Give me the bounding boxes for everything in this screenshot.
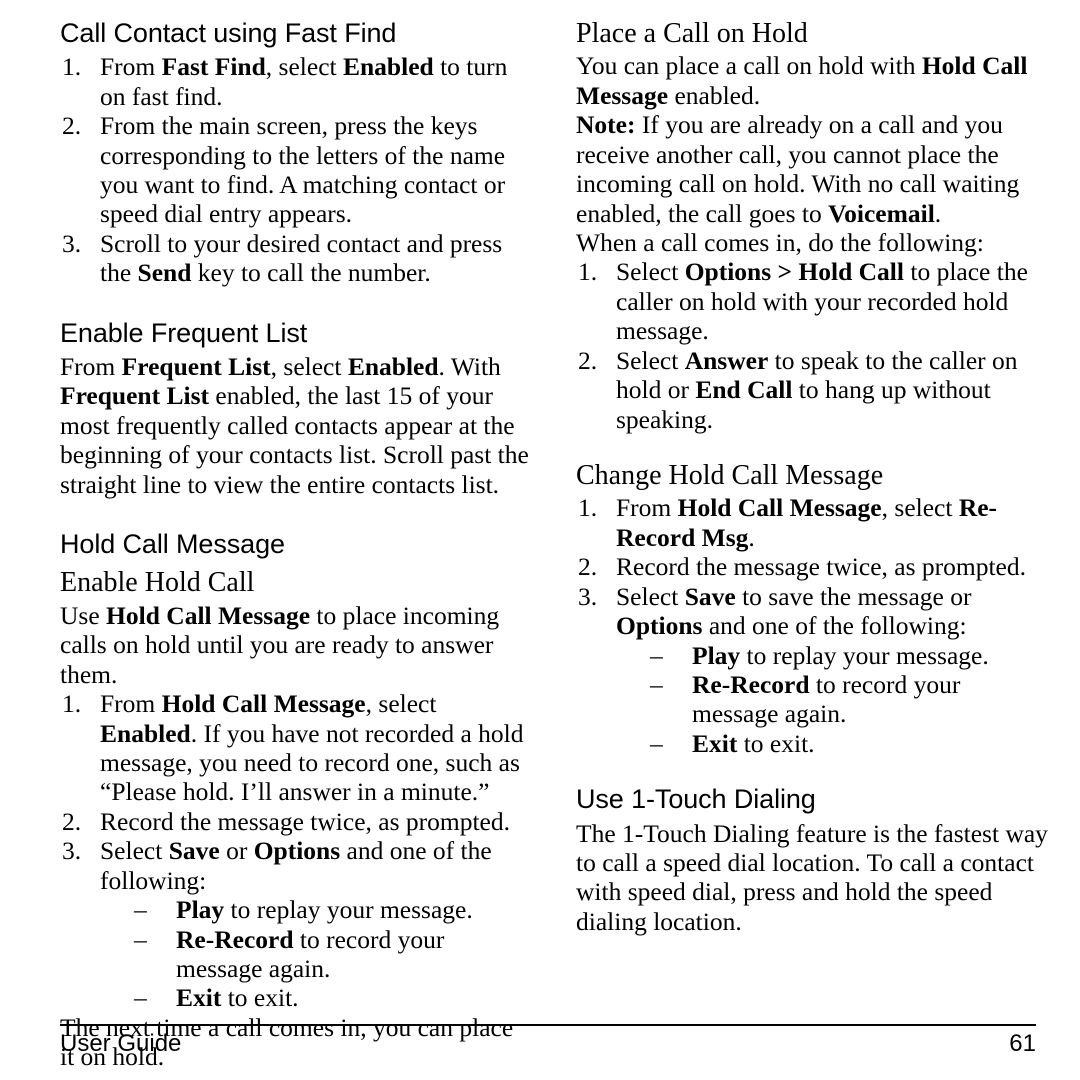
subsection-heading: Enable Hold Call [60,567,255,599]
list-item-text: From Hold Call Message, select Enabled. … [100,689,524,807]
sub-list-item: – Play to replay your message. [650,641,1048,670]
sub-list-item: – Re-Record to record your message again… [134,925,532,984]
list-item: 3. Select Save or Options and one of the… [60,836,532,1013]
sub-list-item-text: Re-Record to record your message again. [692,670,961,729]
two-column-layout: Call Contact using Fast Find 1. From Fas… [60,18,1048,1072]
right-column: Place a Call on Hold You can place a cal… [576,18,1048,936]
section-heading: Hold Call Message [60,529,285,560]
dash-bullet: – [134,895,147,925]
list-item-text: Select Options > Hold Call to place the … [616,257,1028,346]
note-paragraph: Note: If you are already on a call and y… [576,110,1020,228]
step-list: 1. From Hold Call Message, select Enable… [60,689,532,1013]
paragraph: From Frequent List, select Enabled. With… [60,351,529,499]
dash-bullet: – [134,983,147,1013]
left-column: Call Contact using Fast Find 1. From Fas… [60,18,532,1072]
list-item-text: From Fast Find, select Enabled to turn o… [100,52,508,111]
paragraph: When a call comes in, do the following: [576,227,984,257]
dash-bullet: – [650,640,663,670]
section-enable-hold-call: Enable Hold Call Use Hold Call Message t… [60,567,532,1071]
sub-list-item: – Exit to exit. [650,729,1048,758]
list-item-number: 1. [62,689,82,719]
list-item: 1. From Fast Find, select Enabled to tur… [60,52,532,111]
page-number: 61 [1009,1030,1036,1057]
footer-title: User Guide [60,1030,182,1057]
sub-list-item-text: Exit to exit. [692,728,815,758]
sub-list-item: – Play to replay your message. [134,895,532,924]
paragraph: The 1-Touch Dialing feature is the faste… [576,818,1048,936]
list-item: 1. From Hold Call Message, select Enable… [60,689,532,807]
section-hold-call-message: Hold Call Message [60,529,532,559]
list-item: 2. Record the message twice, as prompted… [60,807,532,836]
list-item-number: 2. [578,345,598,375]
section-call-contact-fast-find: Call Contact using Fast Find 1. From Fas… [60,18,532,288]
section-heading: Use 1-Touch Dialing [576,784,816,815]
list-item: 1. From Hold Call Message, select Re-Rec… [576,493,1048,552]
sub-list: – Play to replay your message. – Re-Reco… [650,641,1048,759]
paragraph: Use Hold Call Message to place incoming … [60,600,500,689]
sub-list-item: – Re-Record to record your message again… [650,670,1048,729]
step-list: 1. From Hold Call Message, select Re-Rec… [576,493,1048,758]
sub-list-item-text: Re-Record to record your message again. [176,924,445,983]
list-item-number: 1. [578,257,598,287]
section-heading: Enable Frequent List [60,317,308,348]
footer-divider [60,1024,1036,1026]
list-item: 3. Select Save to save the message or Op… [576,582,1048,759]
paragraph: You can place a call on hold with Hold C… [576,51,1028,110]
list-item: 2. From the main screen, press the keys … [60,111,532,229]
document-page: Call Contact using Fast Find 1. From Fas… [0,0,1080,1080]
sub-list: – Play to replay your message. – Re-Reco… [134,895,532,1013]
dash-bullet: – [134,924,147,954]
list-item-number: 2. [578,552,598,582]
list-item: 3. Scroll to your desired contact and pr… [60,229,532,288]
section-place-call-on-hold: Place a Call on Hold You can place a cal… [576,18,1048,434]
page-footer: User Guide 61 [60,1024,1036,1058]
subsection-heading: Change Hold Call Message [576,460,884,492]
list-item: 2. Select Answer to speak to the caller … [576,346,1048,434]
list-item-number: 3. [62,836,82,866]
list-item: 1. Select Options > Hold Call to place t… [576,257,1048,345]
list-item-number: 1. [62,52,82,82]
list-item: 2. Record the message twice, as prompted… [576,552,1048,581]
list-item-text: Select Answer to speak to the caller on … [616,345,1018,434]
sub-list-item-text: Play to replay your message. [692,640,989,670]
section-heading: Call Contact using Fast Find [60,18,397,48]
list-item-text: Record the message twice, as prompted. [616,552,1026,582]
dash-bullet: – [650,728,663,758]
sub-list-item-text: Exit to exit. [176,983,299,1013]
list-item-number: 1. [578,493,598,523]
dash-bullet: – [650,670,663,700]
list-item-number: 3. [62,228,82,258]
step-list: 1. Select Options > Hold Call to place t… [576,257,1048,434]
list-item-text: Scroll to your desired contact and press… [100,228,503,288]
sub-list-item-text: Play to replay your message. [176,895,473,925]
list-item-text: Record the message twice, as prompted. [100,806,510,836]
list-item-text: Select Save to save the message or Optio… [616,581,972,641]
list-item-number: 2. [62,111,82,141]
list-item-text: Select Save or Options and one of the fo… [100,836,492,895]
list-item-text: From Hold Call Message, select Re-Record… [616,493,998,552]
section-use-1-touch-dialing: Use 1-Touch Dialing The 1-Touch Dialing … [576,784,1048,936]
list-item-number: 2. [62,806,82,836]
list-item-number: 3. [578,581,598,611]
section-change-hold-call-message: Change Hold Call Message 1. From Hold Ca… [576,460,1048,758]
list-item-text: From the main screen, press the keys cor… [100,111,506,229]
subsection-heading: Place a Call on Hold [576,18,808,49]
footer-row: User Guide 61 [60,1030,1036,1058]
sub-list-item: – Exit to exit. [134,983,532,1012]
section-enable-frequent-list: Enable Frequent List From Frequent List,… [60,318,532,499]
step-list: 1. From Fast Find, select Enabled to tur… [60,52,532,288]
